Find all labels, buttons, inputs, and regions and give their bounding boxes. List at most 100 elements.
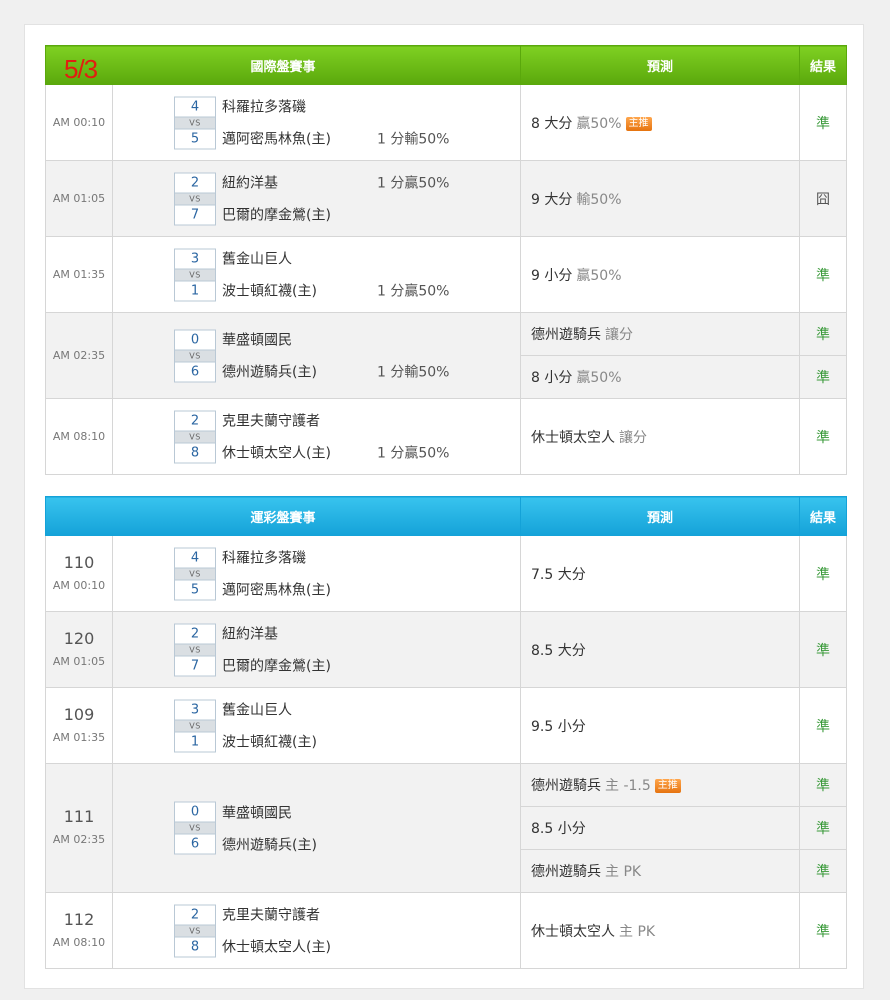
home-score: 8	[174, 936, 216, 957]
home-team-name: 巴爾的摩金鶯(主)	[222, 207, 331, 224]
matchup: 2 克里夫蘭守護者 VS 8 休士頓太空人(主)	[174, 904, 514, 957]
prediction-cell: 休士頓太空人 讓分	[520, 398, 801, 475]
matchup-cell: 2 紐約洋基 VS 7 巴爾的摩金鶯(主)	[111, 611, 522, 688]
home-score: 1	[174, 731, 216, 752]
game-time: AM 00:10	[52, 116, 106, 129]
handicap-result: 1 分贏50%	[377, 283, 450, 300]
prediction-pick: 8 小分	[531, 370, 573, 386]
prediction-pick: 8.5 大分	[531, 642, 586, 659]
prediction-cell: 8.5 小分	[520, 806, 801, 850]
game-time-cell: 120 AM 01:05	[45, 611, 113, 688]
game-row: AM 01:35 3 舊金山巨人 VS 1 波士頓紅襪(主) 1 分贏50% 9 小分 贏50%…	[45, 236, 848, 313]
home-team-row: 1 波士頓紅襪(主) 1 分贏50%	[174, 280, 514, 301]
home-team-row: 6 德州遊騎兵(主) 1 分輸50%	[174, 361, 514, 382]
matchup: 2 克里夫蘭守護者 VS 8 休士頓太空人(主) 1 分贏50%	[174, 410, 514, 463]
result-cell: 準	[799, 398, 848, 475]
prediction-detail: 主 PK	[605, 864, 642, 880]
result-cell: 準	[799, 763, 848, 807]
prediction-cell: 德州遊騎兵主 -1.5 主推	[520, 763, 801, 807]
game-row: AM 08:10 2 克里夫蘭守護者 VS 8 休士頓太空人(主) 1 分贏50% 休士頓太空…	[45, 398, 848, 475]
vs-divider: VS	[174, 431, 216, 442]
away-team-name: 紐約洋基	[222, 626, 278, 643]
prediction-pick: 7.5 大分	[531, 566, 586, 583]
handicap-result: 1 分輸50%	[377, 131, 450, 148]
vs-divider: VS	[174, 350, 216, 361]
prediction-cell: 8 大分 贏50% 主推	[520, 84, 801, 161]
intl-games-table: 5/3 國際盤賽事 預測 結果 AM 00:10 4 科羅拉多落磯 VS 5 邁阿密馬林魚…	[44, 45, 848, 475]
prediction-cell: 德州遊騎兵主 PK	[520, 849, 801, 893]
lottery-games-table: 運彩盤賽事 預測 結果 110 AM 00:10 4 科羅拉多落磯 VS 5 邁阿密馬林魚(…	[44, 496, 848, 969]
result-cell: 準	[799, 84, 848, 161]
away-team-name: 科羅拉多落磯	[222, 550, 306, 567]
game-row: 110 AM 00:10 4 科羅拉多落磯 VS 5 邁阿密馬林魚(主) 7.5 大分 準	[45, 535, 848, 612]
home-team-name: 波士頓紅襪(主)	[222, 734, 317, 751]
vs-divider: VS	[174, 720, 216, 731]
home-team-name: 巴爾的摩金鶯(主)	[222, 658, 331, 675]
game-row: 112 AM 08:10 2 克里夫蘭守護者 VS 8 休士頓太空人(主) 休士頓太空人主 P…	[45, 892, 848, 969]
matchup: 4 科羅拉多落磯 VS 5 邁阿密馬林魚(主) 1 分輸50%	[174, 96, 514, 149]
prediction-pick: 休士頓太空人	[531, 923, 616, 940]
matchup-cell: 3 舊金山巨人 VS 1 波士頓紅襪(主)	[111, 687, 522, 764]
away-team-name: 科羅拉多落磯	[222, 99, 306, 116]
result-cell: 準	[799, 806, 848, 850]
prediction-cell: 休士頓太空人主 PK	[520, 892, 801, 969]
game-time-cell: AM 08:10	[45, 398, 113, 475]
home-team-row: 8 休士頓太空人(主)	[174, 936, 514, 957]
home-team-name: 德州遊騎兵(主)	[222, 837, 317, 853]
home-score: 1	[174, 280, 216, 301]
away-score: 4	[174, 547, 216, 568]
result-cell: 準	[799, 535, 848, 612]
home-team-name: 邁阿密馬林魚(主)	[222, 131, 331, 148]
matchup: 2 紐約洋基 1 分贏50% VS 7 巴爾的摩金鶯(主)	[174, 172, 514, 225]
matchup-cell: 0 華盛頓國民 VS 6 德州遊騎兵(主)	[111, 763, 522, 893]
game-code: 111	[63, 807, 95, 826]
home-team-row: 6 德州遊騎兵(主)	[174, 833, 514, 855]
away-team-name: 紐約洋基	[222, 175, 278, 192]
prediction-pick: 德州遊騎兵	[531, 864, 602, 880]
prediction-cell: 9.5 小分	[520, 687, 801, 764]
home-team-row: 7 巴爾的摩金鶯(主)	[174, 204, 514, 225]
game-time-cell: AM 01:05	[45, 160, 113, 237]
result-cell: 囧	[799, 160, 848, 237]
handicap-result: 1 分輸50%	[377, 364, 450, 381]
home-team-row: 5 邁阿密馬林魚(主) 1 分輸50%	[174, 128, 514, 149]
game-code: 112	[63, 909, 95, 929]
game-time: AM 01:05	[52, 192, 106, 205]
game-time-cell: AM 01:35	[45, 236, 113, 313]
prediction-cell: 德州遊騎兵 讓分	[520, 312, 801, 356]
lottery-section-header: 運彩盤賽事	[44, 496, 522, 536]
prediction-detail: 輸50%	[576, 191, 622, 208]
game-time: AM 01:35	[52, 730, 106, 744]
prediction-cell: 8.5 大分	[520, 611, 801, 688]
matchup-cell: 2 紐約洋基 1 分贏50% VS 7 巴爾的摩金鶯(主)	[111, 160, 522, 237]
result-cell: 準	[799, 355, 848, 399]
game-row: AM 02:35 0 華盛頓國民 VS 6 德州遊騎兵(主) 1 分輸50% 德州遊騎兵 讓分準	[45, 312, 848, 399]
prediction-detail: 讓分	[605, 327, 634, 343]
prediction-cell: 8 小分 贏50%	[520, 355, 801, 399]
game-row: 120 AM 01:05 2 紐約洋基 VS 7 巴爾的摩金鶯(主) 8.5 大分 準	[45, 611, 848, 688]
home-team-row: 1 波士頓紅襪(主)	[174, 731, 514, 752]
matchup: 3 舊金山巨人 VS 1 波士頓紅襪(主) 1 分贏50%	[174, 248, 514, 301]
away-team-row: 2 克里夫蘭守護者	[174, 904, 514, 925]
away-score: 3	[174, 248, 216, 269]
prediction-detail: 贏50%	[576, 370, 622, 386]
away-score: 2	[174, 623, 216, 644]
game-time: AM 02:35	[52, 833, 106, 846]
result-cell: 準	[799, 611, 848, 688]
featured-pick-badge: 主推	[654, 779, 681, 793]
game-time: AM 01:05	[52, 654, 106, 668]
result-cell: 準	[799, 892, 848, 969]
away-team-row: 2 紐約洋基	[174, 623, 514, 644]
away-score: 2	[174, 410, 216, 431]
result-cell: 準	[799, 312, 848, 356]
home-score: 7	[174, 204, 216, 225]
result-cell: 準	[799, 236, 848, 313]
away-team-row: 3 舊金山巨人	[174, 248, 514, 269]
matchup-cell: 3 舊金山巨人 VS 1 波士頓紅襪(主) 1 分贏50%	[111, 236, 522, 313]
prediction-pick: 休士頓太空人	[531, 429, 616, 446]
prediction-cell: 9 小分 贏50%	[520, 236, 801, 313]
away-score: 0	[174, 801, 216, 823]
home-team-row: 5 邁阿密馬林魚(主)	[174, 579, 514, 600]
vs-divider: VS	[174, 269, 216, 280]
game-row: AM 01:05 2 紐約洋基 1 分贏50% VS 7 巴爾的摩金鶯(主) 9 大分 輸50%…	[45, 160, 848, 237]
